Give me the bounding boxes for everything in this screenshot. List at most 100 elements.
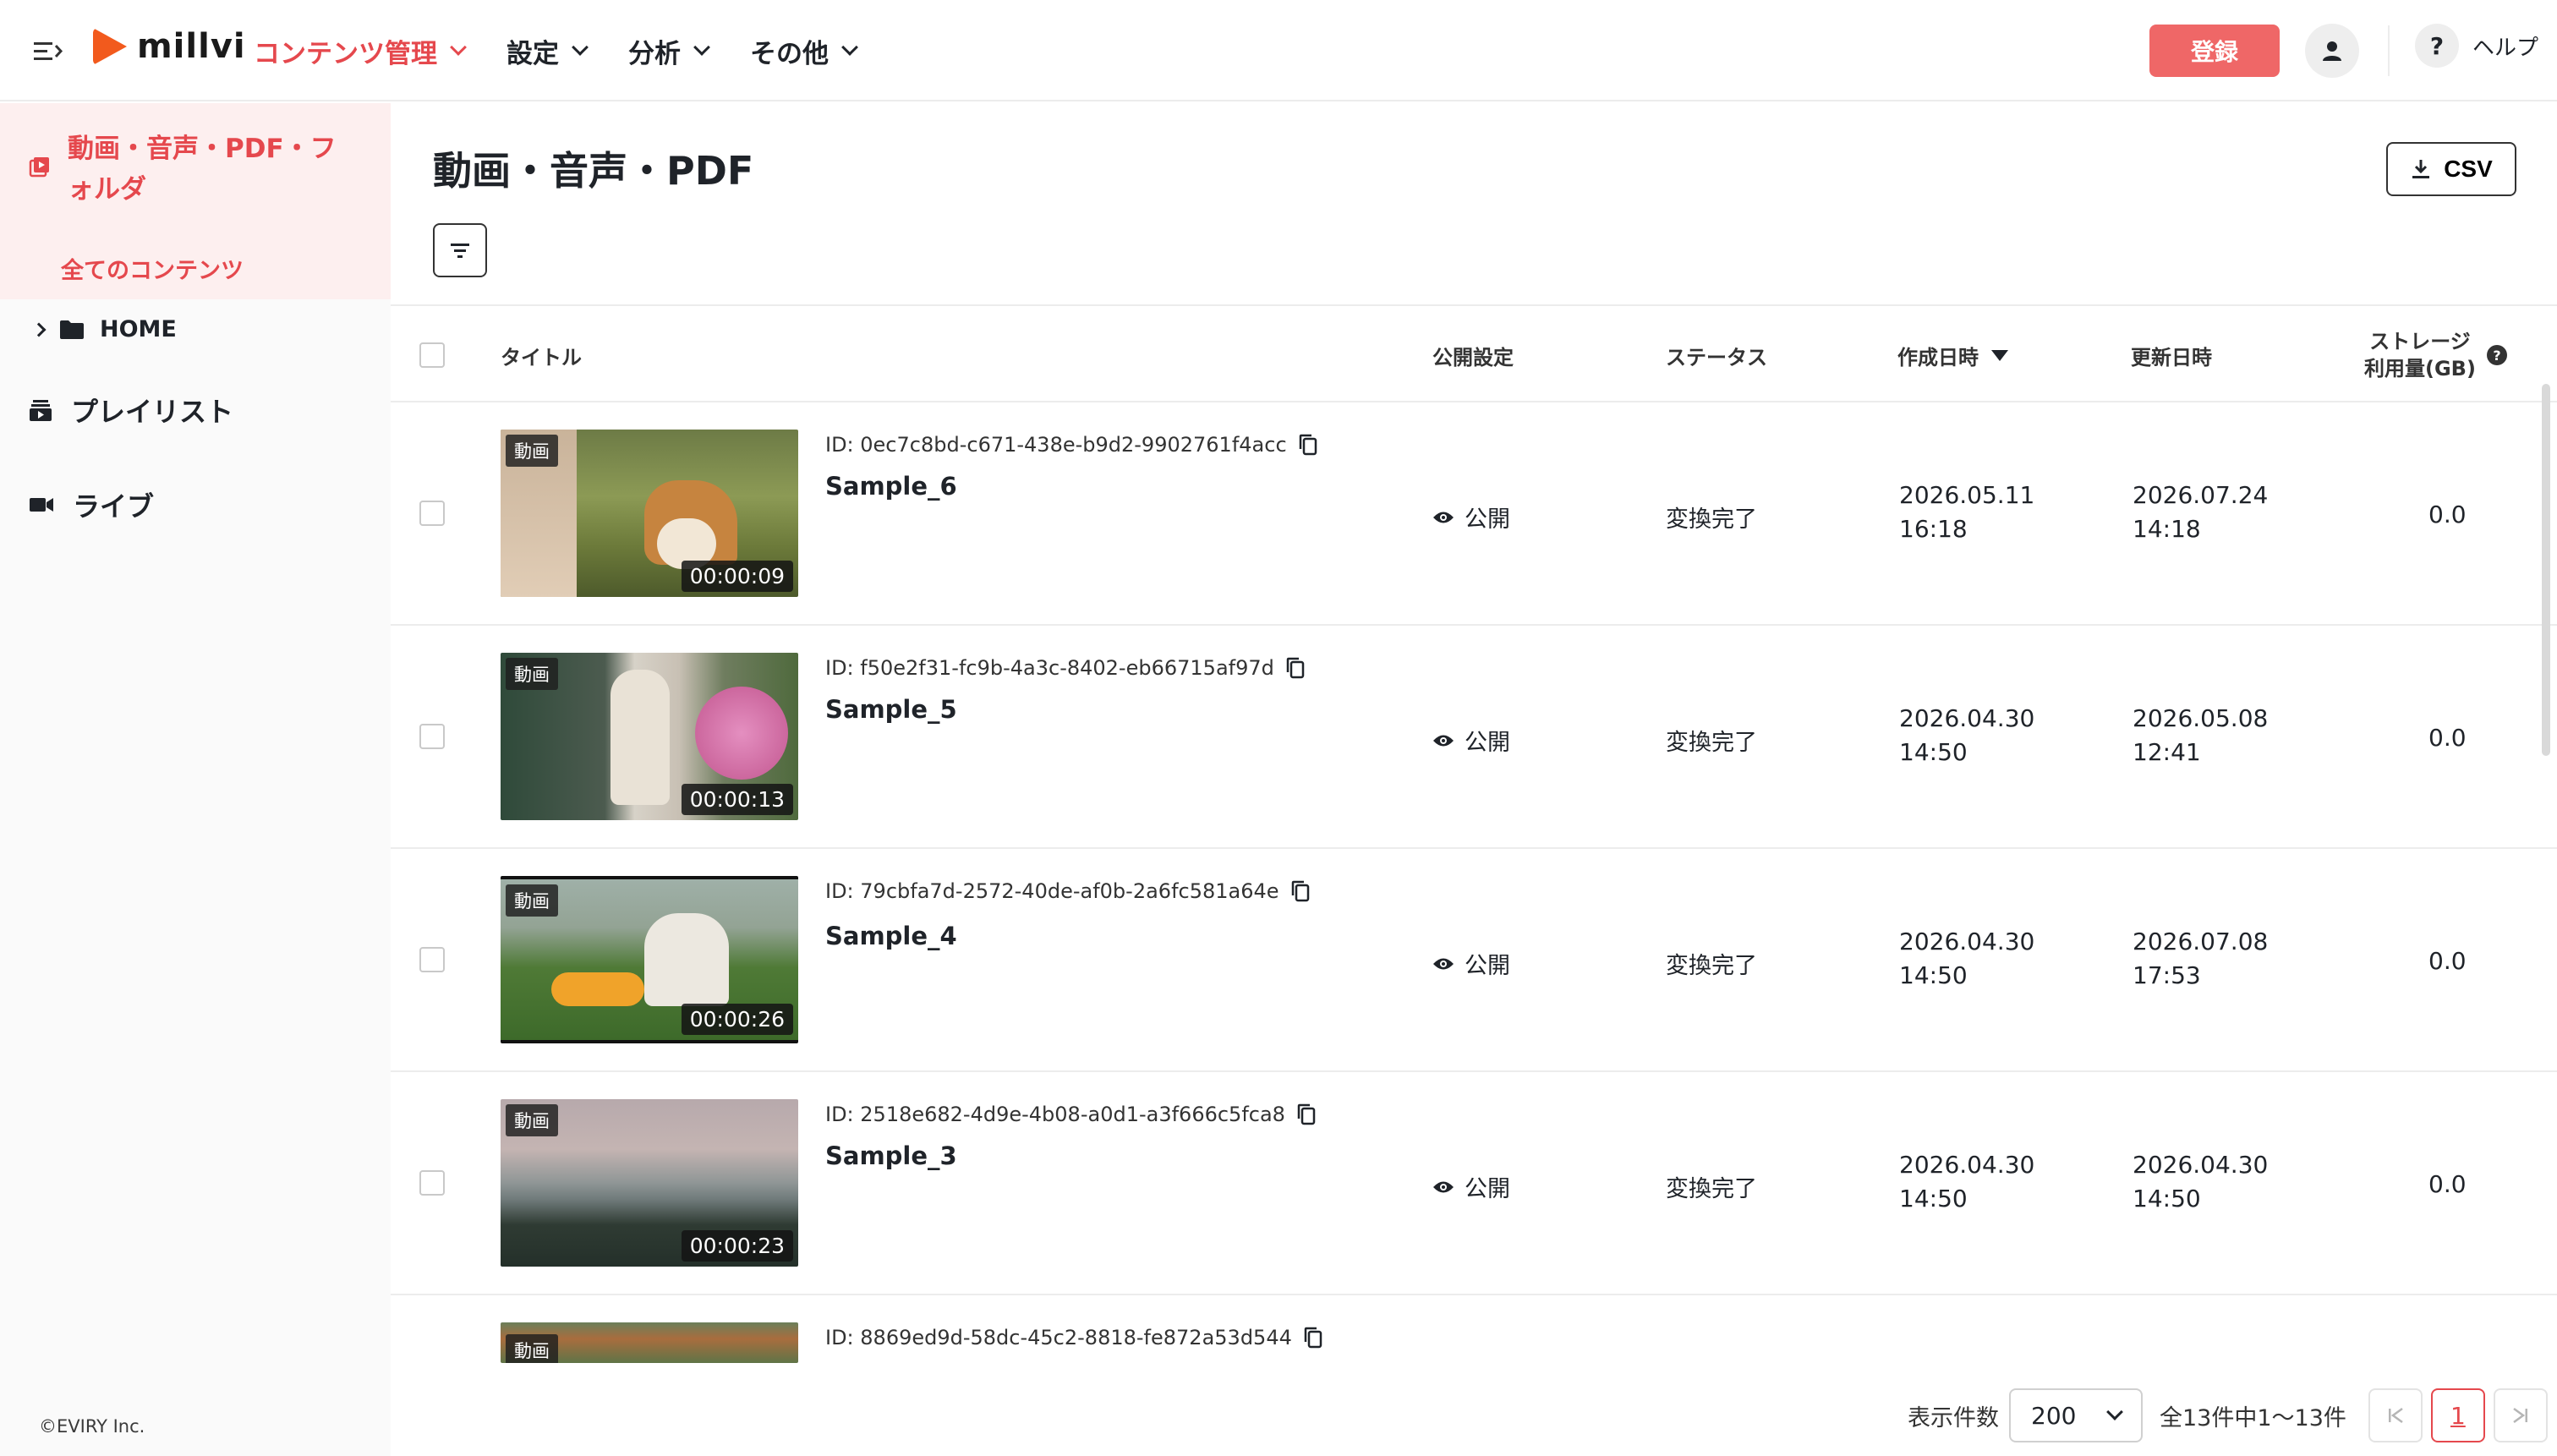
nav-label: その他: [750, 38, 829, 69]
row-checkbox[interactable]: [419, 724, 445, 749]
register-button[interactable]: 登録: [2149, 25, 2280, 77]
video-thumbnail[interactable]: 動画: [501, 1322, 798, 1363]
column-label: 作成日時: [1897, 345, 1979, 369]
visibility-text: 公開: [1465, 506, 1510, 533]
table-row[interactable]: 動画 00:00:23 ID: 2518e682-4d9e-4b08-a0d1-…: [391, 1072, 2557, 1295]
chevron-down-icon: [2106, 1404, 2123, 1420]
pagination: 表示件数 200 全13件中1〜13件 1: [1908, 1388, 2548, 1442]
type-badge: 動画: [506, 435, 558, 467]
table-row[interactable]: 動画 00:00:09 ID: 0ec7c8bd-c671-438e-b9d2-…: [391, 402, 2557, 626]
column-visibility: 公開設定: [1432, 345, 1514, 369]
chevron-right-icon[interactable]: [31, 322, 47, 337]
content-id-text: ID: f50e2f31-fc9b-4a3c-8402-eb66715af97d: [825, 656, 1274, 680]
created-date: 2026.04.30: [1899, 928, 2035, 955]
sidebar-item-live[interactable]: ライブ: [29, 485, 154, 524]
column-created[interactable]: 作成日時: [1897, 306, 2009, 404]
eye-icon: [1433, 512, 1454, 523]
updated-time: 14:50: [2133, 1185, 2201, 1212]
video-thumbnail[interactable]: 動画 00:00:26: [501, 876, 798, 1043]
table-header: タイトル 公開設定 ステータス 作成日時 更新日時 ストレージ 利用量(GB) …: [391, 304, 2557, 402]
visibility-cell: 公開: [1432, 501, 1510, 534]
help-icon: ?: [2415, 24, 2459, 68]
copy-icon[interactable]: [1291, 880, 1310, 902]
video-thumbnail[interactable]: 動画 00:00:09: [501, 430, 798, 597]
help-link[interactable]: ? ヘルプ: [2415, 24, 2538, 68]
content-title[interactable]: Sample_5: [825, 695, 957, 724]
visibility-text: 公開: [1465, 730, 1510, 756]
video-thumbnail[interactable]: 動画 00:00:23: [501, 1099, 798, 1267]
sidebar-section-contents: 動画・音声・PDF・フォルダ 全てのコンテンツ: [0, 103, 391, 299]
copy-icon[interactable]: [1299, 434, 1317, 456]
sidebar-item-all-contents[interactable]: 全てのコンテンツ: [61, 252, 244, 285]
nav-label: コンテンツ管理: [254, 38, 437, 69]
row-checkbox[interactable]: [419, 1170, 445, 1196]
header-divider: [2388, 25, 2390, 76]
copy-icon[interactable]: [1304, 1327, 1322, 1349]
duration-label: 00:00:26: [681, 1004, 793, 1035]
chevron-down-icon: [450, 39, 467, 56]
help-circle-icon[interactable]: ?: [2486, 344, 2508, 366]
type-badge: 動画: [506, 1334, 558, 1363]
sort-desc-icon[interactable]: [1990, 348, 2009, 362]
playlist-icon: [30, 400, 52, 421]
csv-download-button[interactable]: CSV: [2386, 142, 2516, 196]
content-id-text: ID: 0ec7c8bd-c671-438e-b9d2-9902761f4acc: [825, 433, 1287, 457]
nav-analytics[interactable]: 分析: [628, 32, 710, 70]
video-library-icon: [29, 157, 49, 178]
content-title[interactable]: Sample_6: [825, 472, 957, 501]
user-icon: [2323, 41, 2341, 61]
type-badge: 動画: [506, 1104, 558, 1136]
table-row[interactable]: 動画 00:00:13 ID: f50e2f31-fc9b-4a3c-8402-…: [391, 626, 2557, 849]
sidebar-item-label: HOME: [100, 316, 177, 342]
per-page-label: 表示件数: [1908, 1404, 1999, 1431]
updated-time: 17:53: [2133, 961, 2201, 989]
content-title[interactable]: Sample_4: [825, 922, 957, 950]
table-row[interactable]: 動画 ID: 8869ed9d-58dc-45c2-8818-fe872a53d…: [391, 1295, 2557, 1380]
sidebar-section-title[interactable]: 動画・音声・PDF・フォルダ: [68, 129, 355, 210]
type-badge: 動画: [506, 884, 558, 917]
sidebar-item-label: ライブ: [73, 490, 155, 523]
first-page-button[interactable]: [2368, 1388, 2423, 1442]
row-checkbox[interactable]: [419, 501, 445, 526]
millvi-logo[interactable]: millvi: [93, 27, 246, 66]
per-page-select[interactable]: 200: [2009, 1388, 2143, 1442]
created-date: 2026.04.30: [1899, 1151, 2035, 1179]
status-text: 変換完了: [1666, 506, 1757, 533]
select-all-checkbox[interactable]: [419, 342, 445, 368]
nav-content-management[interactable]: コンテンツ管理: [254, 32, 467, 70]
copyright-text: ©EVIRY Inc.: [39, 1416, 145, 1437]
content-id: ID: f50e2f31-fc9b-4a3c-8402-eb66715af97d: [825, 656, 1305, 680]
visibility-cell: 公開: [1432, 724, 1510, 757]
sidebar-item-playlist[interactable]: プレイリスト: [29, 391, 233, 430]
menu-toggle-icon[interactable]: [30, 34, 64, 68]
created-time: 16:18: [1899, 515, 1968, 543]
page-title: 動画・音声・PDF: [433, 148, 754, 194]
csv-label: CSV: [2444, 156, 2493, 182]
filter-button[interactable]: [433, 223, 487, 277]
content-title[interactable]: Sample_3: [825, 1141, 957, 1170]
content-id-text: ID: 79cbfa7d-2572-40de-af0b-2a6fc581a64e: [825, 879, 1279, 903]
svg-text:?: ?: [2493, 348, 2500, 364]
table-scrollbar[interactable]: [2542, 384, 2550, 756]
nav-settings[interactable]: 設定: [506, 32, 589, 70]
duration-label: 00:00:13: [681, 784, 793, 815]
sidebar-item-home[interactable]: HOME: [31, 316, 177, 342]
copy-icon[interactable]: [1286, 657, 1305, 679]
created-datetime: 2026.04.30 14:50: [1899, 1148, 2034, 1216]
table-row[interactable]: 動画 00:00:26 ID: 79cbfa7d-2572-40de-af0b-…: [391, 849, 2557, 1072]
updated-datetime: 2026.05.08 12:41: [2133, 702, 2268, 769]
column-label: 利用量(GB): [2364, 357, 2476, 380]
row-checkbox[interactable]: [419, 947, 445, 972]
video-thumbnail[interactable]: 動画 00:00:13: [501, 653, 798, 820]
created-date: 2026.04.30: [1899, 704, 2035, 732]
last-page-button[interactable]: [2493, 1388, 2548, 1442]
updated-date: 2026.05.08: [2133, 704, 2269, 732]
updated-date: 2026.07.08: [2133, 928, 2269, 955]
content-table: タイトル 公開設定 ステータス 作成日時 更新日時 ストレージ 利用量(GB) …: [391, 304, 2557, 1380]
user-avatar[interactable]: [2305, 24, 2359, 78]
nav-others[interactable]: その他: [750, 32, 858, 70]
page-1-button[interactable]: 1: [2430, 1388, 2485, 1442]
updated-date: 2026.04.30: [2133, 1151, 2269, 1179]
visibility-text: 公開: [1465, 953, 1510, 979]
copy-icon[interactable]: [1297, 1103, 1316, 1125]
